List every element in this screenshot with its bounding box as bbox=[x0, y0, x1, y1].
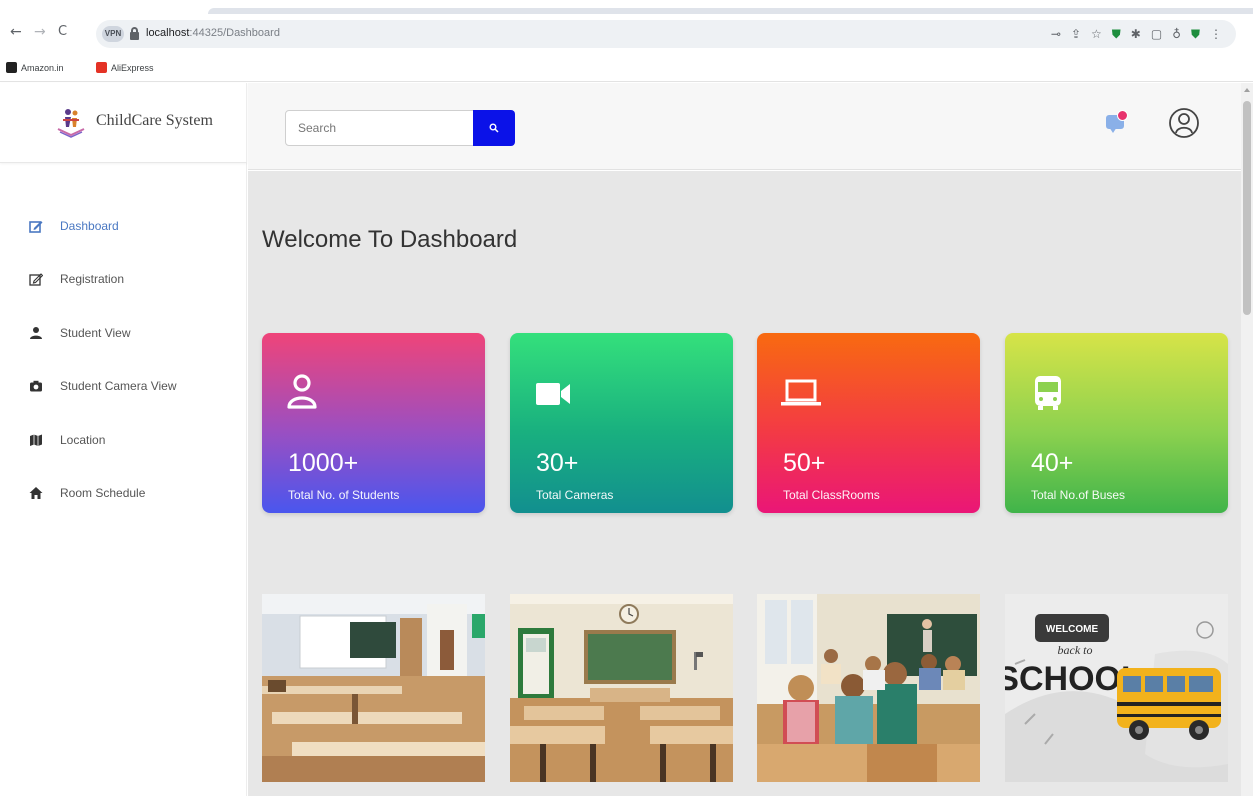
brand[interactable]: ChildCare System bbox=[0, 83, 247, 163]
sidebar-item-student-camera-view[interactable]: Student Camera View bbox=[28, 374, 228, 398]
user-icon bbox=[28, 325, 44, 341]
vpn-chip[interactable]: VPN bbox=[102, 26, 124, 42]
empty-classroom-photo bbox=[262, 594, 485, 782]
profile-icon[interactable]: ♁ bbox=[1172, 27, 1181, 41]
top-bar bbox=[248, 83, 1241, 170]
key-icon[interactable]: ⊸ bbox=[1051, 27, 1061, 41]
camera-icon bbox=[28, 378, 44, 394]
amazon-icon bbox=[6, 62, 17, 73]
bookmark-aliexpress[interactable]: AliExpress bbox=[96, 62, 154, 73]
bookmark-amazon[interactable]: Amazon.in bbox=[6, 62, 64, 73]
reload-button[interactable]: C bbox=[58, 24, 67, 40]
share-icon[interactable]: ⇪ bbox=[1071, 27, 1081, 41]
stat-card-students[interactable]: 1000+ Total No. of Students bbox=[262, 333, 485, 513]
stat-card-classrooms[interactable]: 50+ Total ClassRooms bbox=[757, 333, 980, 513]
sidebar-item-label: Room Schedule bbox=[60, 486, 146, 500]
map-icon bbox=[28, 432, 44, 448]
stat-card-cameras[interactable]: 30+ Total Cameras bbox=[510, 333, 733, 513]
bookmarks-bar: Amazon.in AliExpress bbox=[0, 54, 1253, 82]
search-input[interactable] bbox=[285, 110, 475, 146]
register-icon bbox=[28, 271, 44, 287]
sidebar-item-label: Registration bbox=[60, 272, 125, 286]
stat-value: 1000+ bbox=[288, 449, 359, 477]
sidebar-item-label: Location bbox=[60, 433, 106, 447]
browser-toolbar: ← → C VPN localhost:44325/Dashboard ⊸ ⇪ … bbox=[0, 14, 1253, 54]
stat-value: 40+ bbox=[1031, 449, 1074, 477]
bookmark-star-icon[interactable]: ☆ bbox=[1091, 27, 1102, 41]
stat-value: 30+ bbox=[536, 449, 579, 477]
menu-dots-icon[interactable]: ⋮ bbox=[1210, 27, 1222, 41]
url-path: :44325/Dashboard bbox=[189, 27, 280, 39]
scroll-up-icon[interactable] bbox=[1244, 88, 1250, 92]
home-icon bbox=[28, 485, 44, 501]
sidebar-item-location[interactable]: Location bbox=[28, 428, 228, 452]
laptop-icon bbox=[781, 379, 821, 406]
sidebar-item-label: Student View bbox=[60, 326, 131, 340]
lock-icon[interactable] bbox=[130, 27, 139, 40]
stat-label: Total ClassRooms bbox=[783, 488, 880, 502]
address-bar[interactable]: VPN localhost:44325/Dashboard ⊸ ⇪ ☆ ⛊ ✱ … bbox=[96, 20, 1236, 48]
url-text[interactable]: localhost:44325/Dashboard bbox=[146, 27, 280, 39]
extension-icons: ⊸ ⇪ ☆ ⛊ ✱ ▢ ♁ ⛊ ⋮ bbox=[1051, 20, 1222, 48]
main-content: Welcome To Dashboard 1000+ Total No. of … bbox=[248, 171, 1241, 796]
search-button[interactable] bbox=[473, 110, 515, 146]
welcome-back-to-school-photo: WELCOME back to SCHOOL bbox=[1005, 594, 1228, 782]
bookmark-label: Amazon.in bbox=[21, 62, 64, 73]
student-icon bbox=[287, 374, 317, 409]
bus-icon bbox=[1035, 376, 1061, 410]
sidebar-item-label: Student Camera View bbox=[60, 379, 177, 393]
browser-tabstrip bbox=[0, 0, 1253, 14]
bookmark-label: AliExpress bbox=[111, 62, 154, 73]
sidebar-item-label: Dashboard bbox=[60, 219, 119, 233]
forward-button[interactable]: → bbox=[34, 24, 46, 40]
scroll-thumb[interactable] bbox=[1243, 101, 1251, 315]
photo-text-welcome: WELCOME bbox=[1046, 624, 1099, 635]
shield-extension-icon[interactable]: ⛊ bbox=[1112, 27, 1121, 42]
stat-card-buses[interactable]: 40+ Total No.of Buses bbox=[1005, 333, 1228, 513]
brand-name: ChildCare System bbox=[96, 112, 213, 129]
page-title: Welcome To Dashboard bbox=[262, 226, 518, 253]
url-host: localhost bbox=[146, 27, 190, 39]
stat-label: Total No. of Students bbox=[288, 488, 400, 502]
photo-text-back-to: back to bbox=[1058, 643, 1093, 657]
stat-label: Total No.of Buses bbox=[1031, 488, 1126, 502]
puzzle-extension-icon[interactable]: ✱ bbox=[1131, 27, 1141, 41]
students-classroom-photo bbox=[757, 594, 980, 782]
back-button[interactable]: ← bbox=[10, 24, 22, 40]
edit-icon bbox=[28, 218, 44, 234]
notification-dot bbox=[1117, 110, 1128, 121]
childcare-logo-icon bbox=[57, 109, 85, 138]
sidebar-item-registration[interactable]: Registration bbox=[28, 267, 228, 291]
stat-value: 50+ bbox=[783, 449, 826, 477]
sidebar-item-student-view[interactable]: Student View bbox=[28, 321, 228, 345]
user-profile-icon[interactable] bbox=[1168, 107, 1200, 139]
chalkboard-classroom-photo bbox=[510, 594, 733, 782]
sidebar-item-dashboard[interactable]: Dashboard bbox=[28, 214, 228, 238]
page-scrollbar[interactable] bbox=[1241, 83, 1253, 796]
shield-green-icon[interactable]: ⛊ bbox=[1191, 27, 1200, 42]
aliexpress-icon bbox=[96, 62, 107, 73]
stat-label: Total Cameras bbox=[536, 488, 614, 502]
sidebar: ChildCare System Dashboard Registration … bbox=[0, 83, 247, 796]
sidebar-panel-icon[interactable]: ▢ bbox=[1151, 27, 1162, 41]
video-camera-icon bbox=[536, 383, 570, 405]
sidebar-item-room-schedule[interactable]: Room Schedule bbox=[28, 481, 228, 505]
search-icon bbox=[489, 123, 499, 133]
notifications-button[interactable] bbox=[1104, 110, 1130, 136]
